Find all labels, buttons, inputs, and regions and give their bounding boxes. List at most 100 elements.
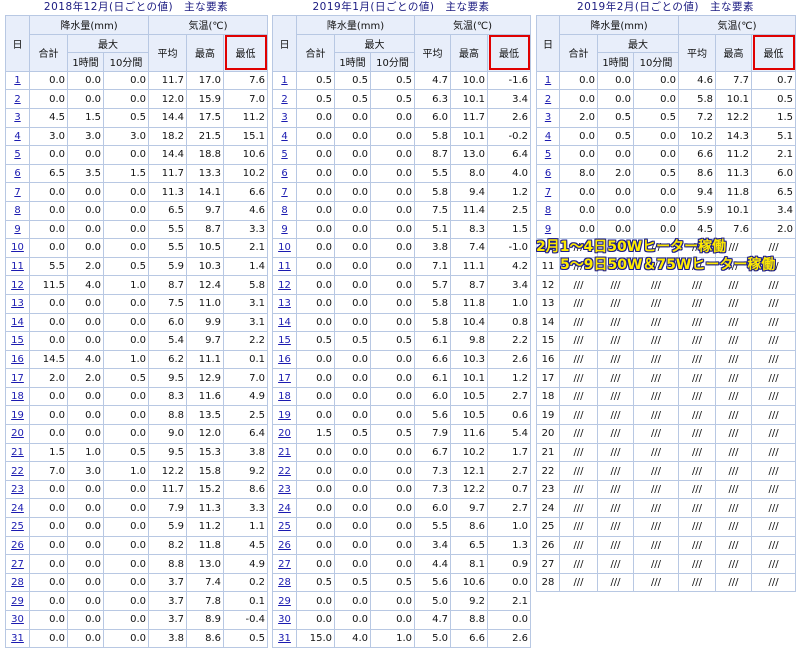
day-link[interactable]: 8	[545, 205, 551, 216]
day-link[interactable]: 2	[281, 94, 287, 105]
day-link[interactable]: 8	[281, 205, 287, 216]
day-cell: 5	[272, 145, 297, 165]
day-link[interactable]: 2	[14, 94, 20, 105]
day-link[interactable]: 26	[11, 540, 24, 551]
header-tmax: 最高	[715, 33, 752, 72]
day-link[interactable]: 30	[278, 614, 291, 625]
day-link[interactable]: 10	[11, 242, 24, 253]
day-link[interactable]: 4	[281, 131, 287, 142]
day-link[interactable]: 1	[545, 75, 551, 86]
day-link[interactable]: 5	[281, 149, 287, 160]
precip-total-cell: ///	[559, 479, 598, 500]
day-link[interactable]: 8	[14, 205, 20, 216]
day-link[interactable]: 5	[14, 149, 20, 160]
table-row: 11 0.0 0.0 0.0 7.1 11.1 4.2	[272, 256, 532, 277]
day-link[interactable]: 18	[11, 391, 24, 402]
day-link[interactable]: 25	[11, 521, 24, 532]
temp-min-cell: ///	[750, 405, 797, 426]
day-link[interactable]: 1	[281, 75, 287, 86]
day-link[interactable]: 18	[278, 391, 291, 402]
precip-max-1h-cell: 0.0	[597, 70, 634, 91]
day-link[interactable]: 16	[278, 354, 291, 365]
precip-total-cell: 0.0	[296, 293, 335, 314]
day-link[interactable]: 27	[278, 559, 291, 570]
temp-min-cell: 4.2	[486, 256, 532, 277]
table-row: 16 14.5 4.0 1.0 6.2 11.1 0.1	[5, 349, 269, 370]
day-link[interactable]: 6	[14, 168, 20, 179]
day-link[interactable]: 17	[11, 373, 24, 384]
day-link[interactable]: 13	[278, 298, 291, 309]
day-link[interactable]: 25	[278, 521, 291, 532]
temp-min-cell: -0.2	[486, 126, 532, 147]
day-link[interactable]: 24	[11, 503, 24, 514]
day-link[interactable]: 22	[11, 466, 24, 477]
day-link[interactable]: 11	[278, 261, 291, 272]
day-link[interactable]: 7	[14, 187, 20, 198]
day-link[interactable]: 14	[278, 317, 291, 328]
table-row: 7 0.0 0.0 0.0 9.4 11.8 6.5	[536, 182, 797, 202]
precip-total-cell: 7.0	[29, 461, 68, 481]
day-link[interactable]: 30	[11, 614, 24, 625]
day-link[interactable]: 10	[278, 242, 291, 253]
day-link[interactable]: 1	[14, 75, 20, 86]
day-link[interactable]: 11	[11, 261, 24, 272]
day-link[interactable]: 17	[278, 373, 291, 384]
precip-total-cell: 8.0	[559, 163, 598, 184]
day-link[interactable]: 7	[281, 187, 287, 198]
day-link[interactable]: 9	[281, 224, 287, 235]
day-link[interactable]: 21	[278, 447, 291, 458]
temp-min-cell: ///	[750, 424, 797, 444]
temp-avg-cell: 5.0	[414, 591, 451, 611]
day-link[interactable]: 5	[545, 149, 551, 160]
temp-min-cell: 1.2	[486, 368, 532, 388]
day-link[interactable]: 20	[278, 428, 291, 439]
temp-min-cell: 10.6	[222, 145, 269, 165]
day-link[interactable]: 16	[11, 354, 24, 365]
precip-max-10m-cell: ///	[633, 331, 679, 351]
day-link[interactable]: 31	[278, 633, 291, 644]
day-link[interactable]: 4	[545, 131, 551, 142]
day-link[interactable]: 23	[278, 484, 291, 495]
day-link[interactable]: 29	[278, 596, 291, 607]
day-link[interactable]: 6	[281, 168, 287, 179]
day-link[interactable]: 3	[14, 112, 20, 123]
precip-max-1h-cell: ///	[597, 331, 634, 351]
temp-min-cell: ///	[750, 479, 797, 500]
temp-avg-cell: 14.4	[148, 107, 187, 128]
day-link[interactable]: 7	[545, 187, 551, 198]
day-link[interactable]: 19	[278, 410, 291, 421]
day-link[interactable]: 22	[278, 466, 291, 477]
day-link[interactable]: 3	[281, 112, 287, 123]
panel-2018-12: 2018年12月(日ごとの値) 主な要素 日 降水量(mm) 気温(℃) 合計 …	[5, 0, 269, 648]
day-link[interactable]: 26	[278, 540, 291, 551]
day-link[interactable]: 23	[11, 484, 24, 495]
temp-max-cell: 8.7	[186, 219, 224, 240]
day-link[interactable]: 27	[11, 559, 24, 570]
day-link[interactable]: 4	[14, 131, 20, 142]
day-link[interactable]: 2	[545, 94, 551, 105]
day-link[interactable]: 20	[11, 428, 24, 439]
day-link[interactable]: 15	[11, 335, 24, 346]
day-link[interactable]: 13	[11, 298, 24, 309]
temp-min-cell: 0.5	[750, 89, 797, 109]
day-link[interactable]: 31	[11, 633, 24, 644]
day-link[interactable]: 14	[11, 317, 24, 328]
day-link[interactable]: 19	[11, 410, 24, 421]
day-link[interactable]: 9	[545, 224, 551, 235]
day-link[interactable]: 12	[278, 280, 291, 291]
temp-avg-cell: 4.7	[414, 610, 451, 630]
day-link[interactable]: 29	[11, 596, 24, 607]
day-link[interactable]: 9	[14, 224, 20, 235]
temp-max-cell: 12.2	[715, 107, 752, 128]
day-link[interactable]: 3	[545, 112, 551, 123]
day-link[interactable]: 6	[545, 168, 551, 179]
precip-max-1h-cell: 0.0	[597, 200, 634, 221]
day-cell: 22	[5, 461, 30, 481]
day-link[interactable]: 15	[278, 335, 291, 346]
day-link[interactable]: 28	[278, 577, 291, 588]
day-link[interactable]: 12	[11, 280, 24, 291]
day-link[interactable]: 28	[11, 577, 24, 588]
precip-total-cell: 0.0	[296, 461, 335, 481]
day-link[interactable]: 24	[278, 503, 291, 514]
day-link[interactable]: 21	[11, 447, 24, 458]
